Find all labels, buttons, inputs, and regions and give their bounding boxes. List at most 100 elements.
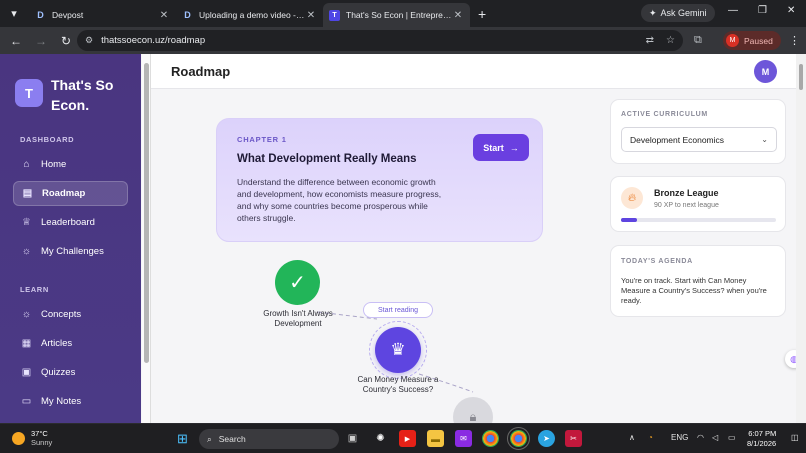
bookmark-star-icon[interactable]: ☆ <box>666 35 675 46</box>
start-chapter-button[interactable]: Start → <box>473 134 529 161</box>
telegram-icon[interactable]: ➤ <box>538 430 555 447</box>
sidebar-item-label: My Notes <box>41 396 82 407</box>
chatgpt-icon[interactable]: ✺ <box>372 430 389 447</box>
start-reading-badge[interactable]: Start reading <box>363 302 433 318</box>
sidebar-item-concepts[interactable]: ☼ Concepts <box>13 302 128 327</box>
wifi-icon[interactable]: ◠ <box>697 433 704 442</box>
sidebar-item-roadmap[interactable]: ▤ Roadmap <box>13 181 128 206</box>
page-scrollbar-thumb[interactable] <box>799 64 803 90</box>
arrow-right-icon: → <box>509 142 519 153</box>
sidebar-item-articles[interactable]: ▦ Articles <box>13 331 128 356</box>
volume-icon[interactable]: ◁ <box>712 433 718 442</box>
league-card: 🔥︎ Bronze League 90 XP to next league <box>610 176 786 232</box>
task-view-icon[interactable]: ▣ <box>344 430 361 447</box>
taskbar: 37°C Sunny ⊞ ⌕ Search ▣ ✺ ▶ ▬ ✉ ➤ ✂ ∧ ◔ … <box>0 423 806 453</box>
devpost-favicon-icon: D <box>37 10 44 20</box>
close-tab-icon[interactable]: ✕ <box>158 10 170 21</box>
locked-lesson-node[interactable]: 🔒︎ <box>453 397 493 423</box>
sidebar-item-home[interactable]: ⌂ Home <box>13 152 128 177</box>
battery-icon[interactable]: ▭ <box>728 433 736 442</box>
clock[interactable]: 6:07 PM 8/1/2026 <box>747 429 776 449</box>
curriculum-select[interactable]: Development Economics ⌄ <box>621 127 777 152</box>
close-window-icon[interactable]: ✕ <box>787 5 795 16</box>
extensions-icon[interactable]: ⧉ <box>694 34 702 47</box>
tab-upload-video[interactable]: D Uploading a demo video - Devpost ✕ <box>176 3 323 27</box>
sidebar-item-label: Leaderboard <box>41 217 95 228</box>
notebook-icon: ▭ <box>21 396 32 407</box>
youtube-icon[interactable]: ▶ <box>399 430 416 447</box>
language-indicator[interactable]: ENG <box>671 433 688 442</box>
learn-heading: LEARN <box>20 285 49 294</box>
site-info-icon[interactable]: ⚙ <box>85 35 93 46</box>
completed-lesson-node[interactable]: ✓ <box>275 260 320 305</box>
address-bar[interactable]: ⚙ thatssoecon.uz/roadmap ⇄ ☆ <box>77 30 683 51</box>
file-explorer-icon[interactable]: ▬ <box>427 430 444 447</box>
quiz-icon: ▣ <box>21 367 32 378</box>
new-tab-icon[interactable]: + <box>478 6 486 22</box>
minimize-icon[interactable]: — <box>728 5 738 16</box>
checkmark-icon: ✓ <box>289 272 306 294</box>
copilot-icon[interactable]: ◔ <box>648 433 653 442</box>
windows-start-icon[interactable]: ⊞ <box>174 430 191 447</box>
weather-widget[interactable]: 37°C Sunny <box>12 429 52 447</box>
snipping-tool-icon[interactable]: ✂ <box>565 430 582 447</box>
current-lesson-node[interactable]: ♛ <box>375 327 421 373</box>
profile-avatar: M <box>726 34 739 47</box>
sidebar-scrollbar-thumb[interactable] <box>144 63 149 363</box>
browser-menu-icon[interactable]: ⋮ <box>789 34 800 47</box>
profile-button[interactable]: M Paused <box>723 31 781 50</box>
trophy-icon: ♕ <box>22 217 31 228</box>
page-scrollbar[interactable] <box>796 54 806 423</box>
dashboard-heading: DASHBOARD <box>20 135 75 144</box>
mail-icon[interactable]: ✉ <box>455 430 472 447</box>
close-tab-icon[interactable]: ✕ <box>305 10 317 21</box>
notifications-icon[interactable]: ◫ <box>791 433 799 442</box>
chapter-card: CHAPTER 1 What Development Really Means … <box>216 118 543 242</box>
back-icon[interactable]: ← <box>5 34 27 48</box>
tab-thats-so-econ[interactable]: T That's So Econ | Entrepreneurial ✕ <box>323 3 470 27</box>
sidebar-item-label: Roadmap <box>42 188 86 199</box>
lock-icon: 🔒︎ <box>469 409 477 423</box>
user-avatar[interactable]: M <box>754 60 777 83</box>
chevron-up-icon[interactable]: ∧ <box>629 433 635 442</box>
profile-status: Paused <box>744 35 773 46</box>
close-tab-icon[interactable]: ✕ <box>452 10 464 21</box>
chrome-profile-icon[interactable] <box>507 427 530 450</box>
url-text: thatssoecon.uz/roadmap <box>101 35 206 46</box>
taskbar-search[interactable]: ⌕ Search <box>199 429 339 449</box>
map-icon: ▤ <box>22 188 33 199</box>
page-header: Roadmap M <box>151 54 796 89</box>
app-favicon-icon: T <box>329 9 340 21</box>
translate-icon[interactable]: ⇄ <box>646 35 654 46</box>
ask-gemini-button[interactable]: ✦ Ask Gemini <box>641 4 715 22</box>
sidebar-item-label: Articles <box>41 338 73 349</box>
sidebar-item-quizzes[interactable]: ▣ Quizzes <box>13 360 128 385</box>
sidebar-item-my-notes[interactable]: ▭ My Notes <box>13 389 128 414</box>
league-progress-bar <box>621 218 776 222</box>
brand-logo: T <box>15 79 43 107</box>
tab-devpost[interactable]: D Devpost ✕ <box>29 3 176 27</box>
sidebar-scrollbar[interactable] <box>142 54 151 423</box>
page-title: Roadmap <box>171 64 231 79</box>
tab-title: Uploading a demo video - Devpost <box>199 10 305 20</box>
time: 6:07 PM <box>748 429 777 438</box>
lightbulb-icon: ☼ <box>21 246 32 257</box>
sidebar-item-label: Quizzes <box>41 367 76 378</box>
forward-icon[interactable]: → <box>30 34 52 48</box>
brand[interactable]: T That's So Econ. <box>15 75 131 115</box>
sidebar-item-leaderboard[interactable]: ♕ Leaderboard <box>13 210 128 235</box>
chapter-title: What Development Really Means <box>237 153 417 165</box>
chrome-icon[interactable] <box>482 430 499 447</box>
sun-icon <box>12 431 25 445</box>
sidebar-item-my-challenges[interactable]: ☼ My Challenges <box>13 239 128 264</box>
gemini-sparkle-icon: ✦ <box>649 7 657 18</box>
lesson-label: Growth Isn't Always Development <box>263 309 333 328</box>
chapter-label: CHAPTER 1 <box>237 135 287 144</box>
reload-icon[interactable]: ↻ <box>55 34 77 48</box>
agenda-text: You're on track. Start with Can Money Me… <box>621 276 767 305</box>
league-subtitle: 90 XP to next league <box>654 202 719 209</box>
tab-search-icon[interactable]: ▾ <box>3 3 25 25</box>
start-label: Start <box>483 142 504 153</box>
search-label: Search <box>218 434 246 444</box>
restore-icon[interactable]: ❐ <box>758 5 767 16</box>
